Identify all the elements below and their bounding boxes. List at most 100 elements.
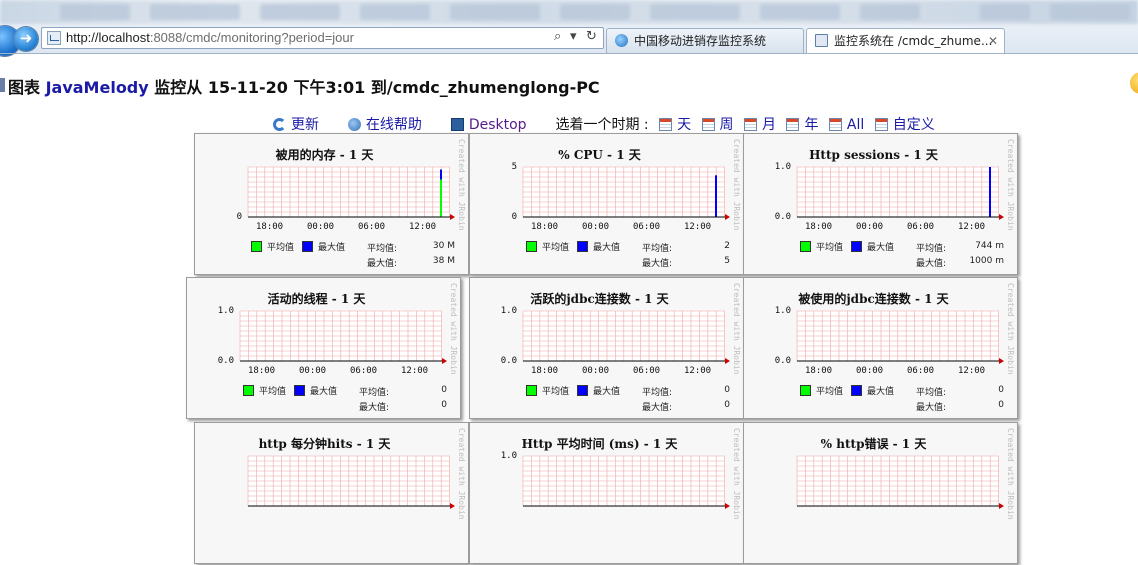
chevron-down-icon[interactable]: ▾: [570, 29, 577, 44]
graph-plot: [247, 455, 455, 509]
stat-max-value: 0: [724, 400, 730, 410]
graph-panel[interactable]: 被使用的jdbc连接数 - 1 天 Created with JRobin 1.0 0…: [743, 277, 1018, 419]
stat-avg-value: 0: [441, 385, 447, 395]
y-tick-label: 0.0: [774, 356, 791, 366]
x-tick-label: 06:00: [907, 222, 935, 232]
axis-arrow-icon: [442, 358, 447, 364]
legend-max-label: 最大值: [593, 387, 621, 397]
x-tick-label: 18:00: [531, 366, 559, 376]
axis-arrow-icon: [725, 358, 730, 364]
forward-button[interactable]: ➜: [14, 27, 38, 51]
graph-panel[interactable]: % CPU - 1 天 Created with JRobin 5 0 18:00 00:…: [469, 133, 744, 275]
javamelody-link[interactable]: JavaMelody: [46, 78, 149, 97]
desktop-icon: [450, 118, 464, 131]
calendar-icon: [701, 118, 715, 131]
legend-avg-label: 平均值: [816, 243, 844, 253]
monitor-icon: [815, 34, 828, 47]
graph-panel[interactable]: Http 平均时间 (ms) - 1 天 Created with JRobin 1…: [469, 422, 744, 564]
page-favicon-icon: [47, 31, 61, 45]
refresh-link[interactable]: 更新: [273, 114, 319, 134]
x-tick-label: 06:00: [350, 366, 378, 376]
refresh-icon[interactable]: ↻: [586, 29, 597, 44]
period-day-link[interactable]: 天: [659, 114, 691, 134]
max-series-bar: [715, 175, 717, 217]
x-tick-label: 18:00: [256, 222, 284, 232]
graph-panel[interactable]: Http sessions - 1 天 Created with JRobin 1.…: [743, 133, 1018, 275]
browser-chrome: ➜ http://localhost:8088/cmdc/monitoring?…: [0, 0, 1138, 56]
x-tick-label: 00:00: [582, 222, 610, 232]
graph-plot: [796, 455, 1004, 509]
desktop-link[interactable]: Desktop: [450, 117, 527, 133]
help-link[interactable]: 在线帮助: [347, 114, 422, 134]
max-swatch: [294, 385, 306, 396]
y-tick-label: 5: [511, 162, 517, 172]
graph-panel[interactable]: % http错误 - 1 天 Created with JRobin: [743, 422, 1018, 564]
graph-legend: 平均值 最大值: [526, 384, 620, 397]
ie-icon: [615, 34, 628, 47]
stat-max-value: 0: [441, 400, 447, 410]
x-tick-label: 00:00: [582, 366, 610, 376]
y-tick-label: 0.0: [500, 356, 517, 366]
stat-avg-label: 平均值:: [916, 244, 947, 254]
avg-swatch: [526, 385, 537, 396]
period-year-link[interactable]: 年: [786, 114, 818, 134]
calendar-icon: [786, 118, 800, 131]
stat-avg-value: 30 M: [432, 241, 455, 251]
x-tick-label: 00:00: [856, 222, 884, 232]
avg-series-bar: [440, 179, 442, 217]
period-label: 选着一个时期 :: [555, 117, 649, 133]
search-icon[interactable]: ⌕: [554, 29, 561, 44]
graph-plot: [522, 455, 730, 509]
axis-arrow-icon: [450, 503, 455, 509]
max-swatch: [851, 241, 863, 252]
graph-panel[interactable]: 活跃的jdbc连接数 - 1 天 Created with JRobin 1.0 0.…: [469, 277, 744, 419]
x-tick-label: 06:00: [633, 366, 661, 376]
legend-max-label: 最大值: [867, 243, 895, 253]
legend-max-label: 最大值: [593, 243, 621, 253]
stat-avg-label: 平均值:: [367, 244, 398, 254]
x-tick-label: 12:00: [684, 222, 712, 232]
y-tick-label: 1.0: [774, 162, 791, 172]
max-swatch: [577, 241, 589, 252]
x-tick-label: 18:00: [805, 366, 833, 376]
period-week-link[interactable]: 周: [701, 114, 734, 134]
arrow-right-icon: ➜: [19, 29, 33, 47]
refresh-icon: [273, 118, 286, 131]
stat-avg-label: 平均值:: [916, 388, 947, 398]
help-icon: [347, 118, 361, 131]
graph-plot: [796, 166, 1004, 220]
x-tick-label: 12:00: [958, 366, 986, 376]
x-tick-label: 18:00: [805, 222, 833, 232]
stat-max-label: 最大值:: [642, 259, 673, 269]
graph-plot: [796, 310, 1004, 364]
x-tick-label: 12:00: [684, 366, 712, 376]
graph-panel[interactable]: 被用的内存 - 1 天 Created with JRobin 0 18:00 00:0…: [194, 133, 469, 275]
x-tick-label: 00:00: [299, 366, 327, 376]
notification-icon[interactable]: [1130, 72, 1138, 94]
x-tick-label: 00:00: [856, 366, 884, 376]
tab-inventory-monitor[interactable]: 中国移动进销存监控系统: [606, 28, 804, 53]
stat-max-value: 0: [998, 400, 1004, 410]
graph-panel[interactable]: 活动的线程 - 1 天 Created with JRobin 1.0 0.0 18:0…: [186, 277, 461, 419]
address-bar[interactable]: http://localhost:8088/cmdc/monitoring?pe…: [41, 27, 604, 49]
y-tick-label: 1.0: [500, 451, 517, 461]
tab-monitoring[interactable]: 监控系统在 /cmdc_zhume... ✕: [806, 28, 1005, 53]
stat-avg-value: 0: [724, 385, 730, 395]
axis-arrow-icon: [999, 503, 1004, 509]
legend-avg-label: 平均值: [542, 387, 570, 397]
address-url[interactable]: http://localhost:8088/cmdc/monitoring?pe…: [66, 30, 354, 45]
axis-arrow-icon: [725, 503, 730, 509]
graph-legend: 平均值 最大值: [243, 384, 337, 397]
axis-arrow-icon: [999, 214, 1004, 220]
period-all-link[interactable]: All: [828, 117, 864, 133]
x-tick-label: 12:00: [409, 222, 437, 232]
graph-panel[interactable]: http 每分钟hits - 1 天 Created with JRobin: [194, 422, 469, 564]
stat-avg-label: 平均值:: [642, 244, 673, 254]
legend-avg-label: 平均值: [816, 387, 844, 397]
period-custom-link[interactable]: 自定义: [874, 114, 935, 134]
close-icon[interactable]: ✕: [988, 29, 998, 53]
stat-max-value: 38 M: [432, 256, 455, 266]
graph-plot: [522, 166, 730, 220]
graph-legend: 平均值 最大值: [800, 240, 894, 253]
period-month-link[interactable]: 月: [744, 114, 776, 134]
